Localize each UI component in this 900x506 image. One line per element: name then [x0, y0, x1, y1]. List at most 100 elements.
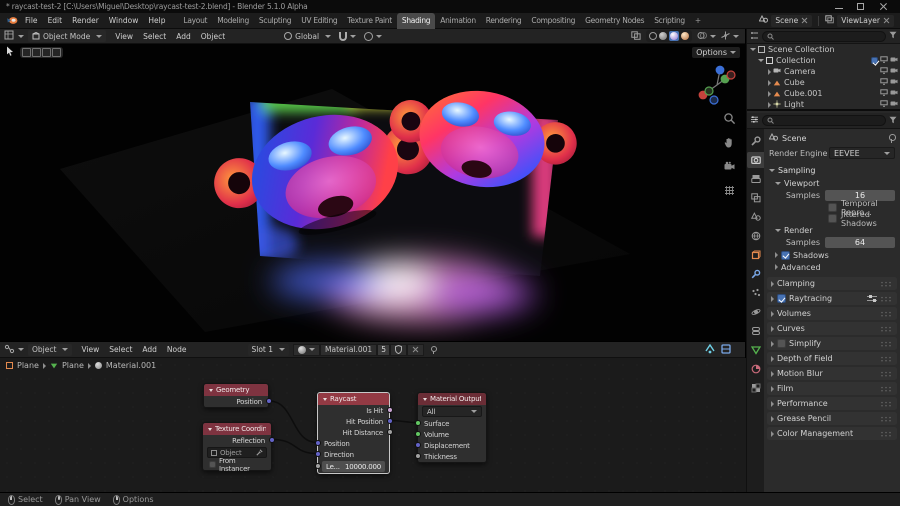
menu-help[interactable]: Help	[143, 16, 170, 25]
node-material-output[interactable]: Material Output All Surface Volume Displ…	[417, 392, 487, 463]
panel-motion-blur[interactable]: Motion Blur	[767, 367, 897, 380]
node-raycast-header[interactable]: Raycast	[318, 393, 389, 405]
material-preview-active[interactable]	[669, 31, 679, 41]
tab-object-data[interactable]	[747, 342, 764, 358]
drag-handle-icon[interactable]	[880, 371, 893, 377]
raytracing-presets-icon[interactable]	[867, 295, 877, 302]
disable-render-icon[interactable]	[890, 100, 898, 109]
maximize-button[interactable]	[850, 0, 872, 13]
workspace-tab-texture-paint[interactable]: Texture Paint	[342, 13, 397, 29]
workspace-tab-compositing[interactable]: Compositing	[526, 13, 580, 29]
outliner-row-scene-collection[interactable]: Scene Collection	[747, 44, 900, 55]
output-socket-hit-distance[interactable]	[387, 429, 393, 435]
disable-render-icon[interactable]	[890, 67, 898, 76]
tab-output[interactable]	[747, 171, 764, 187]
panel-film[interactable]: Film	[767, 382, 897, 395]
tab-tool[interactable]	[747, 133, 764, 149]
outliner-row-camera[interactable]: Camera	[747, 66, 900, 77]
tab-object[interactable]	[747, 247, 764, 263]
tab-physics[interactable]	[747, 304, 764, 320]
menu-file[interactable]: File	[20, 16, 43, 25]
outliner-row-cube[interactable]: Cube	[747, 77, 900, 88]
snap-toggle[interactable]	[339, 32, 356, 41]
panel-simplify[interactable]: Simplify	[767, 337, 897, 350]
tab-modifiers[interactable]	[747, 266, 764, 282]
node-canvas[interactable]: Plane Plane Material.001 Geometry	[0, 358, 746, 493]
ray-length-field[interactable]: Le... 10000.000	[322, 461, 385, 472]
output-socket-position[interactable]	[266, 398, 272, 404]
panel-raytracing[interactable]: Raytracing	[767, 292, 897, 305]
drag-handle-icon[interactable]	[880, 401, 893, 407]
render-engine-dropdown[interactable]: EEVEE	[829, 147, 895, 159]
outliner-row-cube-001[interactable]: Cube.001	[747, 88, 900, 99]
tab-render[interactable]	[747, 152, 764, 168]
tab-scene[interactable]	[747, 209, 764, 225]
input-socket-length[interactable]	[315, 463, 321, 469]
expander-icon[interactable]	[768, 91, 771, 97]
material-slot-dropdown[interactable]: Slot 1	[248, 344, 290, 356]
outliner-editor-icon[interactable]	[750, 31, 759, 42]
properties-search-input[interactable]	[777, 116, 881, 125]
shader-menu-select[interactable]: Select	[104, 345, 137, 354]
pin-icon[interactable]	[429, 346, 437, 354]
browse-material-button[interactable]	[293, 344, 320, 356]
subpanel-shadows-header[interactable]: Shadows	[772, 249, 898, 261]
input-socket-displacement[interactable]	[415, 442, 421, 448]
outliner-row-collection[interactable]: Collection	[747, 55, 900, 66]
input-socket-position[interactable]	[315, 440, 321, 446]
shader-menu-add[interactable]: Add	[137, 345, 162, 354]
remove-viewlayer-icon[interactable]	[883, 17, 890, 24]
active-tool-cursor-icon[interactable]	[6, 46, 15, 58]
hide-viewport-icon[interactable]	[880, 100, 888, 109]
shadows-checkbox[interactable]	[781, 251, 790, 260]
pan-hand-button[interactable]	[723, 136, 736, 151]
menu-render[interactable]: Render	[67, 16, 104, 25]
disable-render-icon[interactable]	[890, 78, 898, 87]
filter-funnel-icon[interactable]	[889, 31, 897, 41]
tab-view-layer[interactable]	[747, 190, 764, 206]
temporal-reprojection-checkbox[interactable]	[828, 203, 837, 212]
tab-world[interactable]	[747, 228, 764, 244]
jittered-shadows-checkbox[interactable]	[828, 214, 837, 223]
panel-color-management[interactable]: Color Management	[767, 427, 897, 440]
output-socket-hit-position[interactable]	[387, 418, 393, 424]
subpanel-advanced-header[interactable]: Advanced	[772, 261, 898, 273]
from-instancer-checkbox[interactable]	[209, 461, 216, 468]
hide-viewport-icon[interactable]	[880, 67, 888, 76]
gizmos-dropdown[interactable]	[721, 31, 739, 42]
panel-grease-pencil[interactable]: Grease Pencil	[767, 412, 897, 425]
node-texcoord-header[interactable]: Texture Coordinate	[203, 423, 271, 435]
viewport-options-popover[interactable]: Options	[692, 47, 740, 58]
menu-edit[interactable]: Edit	[43, 16, 68, 25]
workspace-tab-shading[interactable]: Shading	[397, 13, 435, 29]
rendered-shading-icon[interactable]	[681, 32, 689, 40]
tab-material[interactable]	[747, 361, 764, 377]
workspace-tab-sculpting[interactable]: Sculpting	[254, 13, 296, 29]
select-subtract-icon[interactable]	[42, 48, 51, 57]
workspace-tab-rendering[interactable]: Rendering	[481, 13, 527, 29]
snap-node-icon[interactable]	[705, 344, 715, 356]
tab-constraints[interactable]	[747, 323, 764, 339]
workspace-tab-modeling[interactable]: Modeling	[212, 13, 254, 29]
overlays-dropdown[interactable]	[697, 31, 716, 42]
tab-texture[interactable]	[747, 380, 764, 396]
navigation-gizmo[interactable]	[694, 62, 740, 110]
viewport-menu-select[interactable]: Select	[138, 32, 171, 41]
pin-icon[interactable]	[887, 134, 895, 142]
editor-type-nodes-icon[interactable]	[4, 344, 15, 356]
scene-selector[interactable]: Scene	[771, 15, 812, 27]
fake-user-button[interactable]	[390, 344, 407, 356]
render-samples-field[interactable]: 64	[825, 237, 895, 248]
workspace-tab-geometry-nodes[interactable]: Geometry Nodes	[580, 13, 649, 29]
mode-dropdown[interactable]: Object Mode	[28, 30, 106, 42]
proportional-editing-toggle[interactable]	[364, 32, 382, 41]
output-socket-is-hit[interactable]	[387, 407, 393, 413]
panel-depth-of-field[interactable]: Depth of Field	[767, 352, 897, 365]
drag-handle-icon[interactable]	[880, 416, 893, 422]
drag-handle-icon[interactable]	[880, 431, 893, 437]
workspace-tab-layout[interactable]: Layout	[178, 13, 212, 29]
raytracing-checkbox[interactable]	[777, 294, 786, 303]
drag-handle-icon[interactable]	[880, 341, 893, 347]
close-button[interactable]	[872, 0, 894, 13]
node-output-header[interactable]: Material Output	[418, 393, 486, 405]
